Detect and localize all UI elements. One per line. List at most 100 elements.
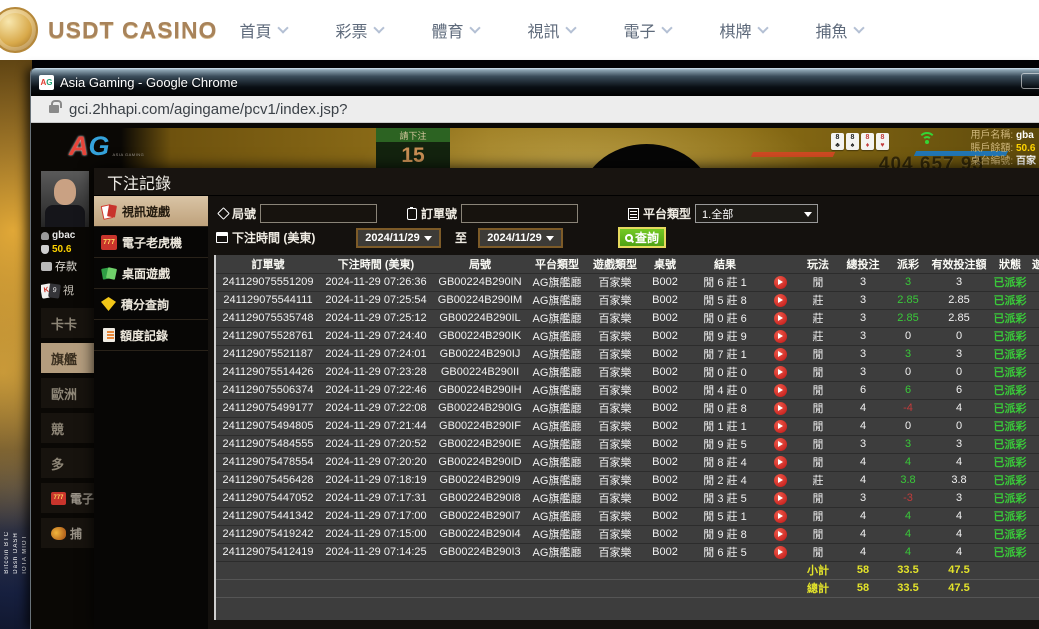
nav-item-捕魚[interactable]: 捕魚 — [791, 0, 887, 60]
dealt-cards: 8♣8♠8♦8♥ — [831, 133, 889, 150]
sidebar-item-視訊遊戲[interactable]: 視訊遊戲 — [94, 196, 208, 227]
nav-item-視訊[interactable]: 視訊 — [503, 0, 599, 60]
ag-favicon-icon: AG — [39, 75, 54, 90]
lobby-item-卡卡[interactable]: 卡卡 — [41, 308, 94, 338]
sidebar-item-桌面遊戲[interactable]: 桌面遊戲 — [94, 258, 208, 289]
play-button[interactable] — [774, 528, 787, 541]
play-button[interactable] — [774, 402, 787, 415]
lobby-item-多[interactable]: 多 — [41, 448, 94, 478]
cell-play-type: 莊 — [796, 309, 840, 327]
site-logo[interactable]: USDT CASINO — [0, 0, 217, 60]
nav-item-體育[interactable]: 體育 — [407, 0, 503, 60]
nav-item-label: 體育 — [431, 18, 463, 42]
cell: B002 — [644, 345, 686, 363]
cell-payout: 3 — [886, 273, 930, 291]
cell-payout: 2.85 — [886, 291, 930, 309]
close-button[interactable] — [1021, 73, 1039, 89]
deposit-button[interactable]: 存款 — [55, 258, 77, 274]
nav-item-彩票[interactable]: 彩票 — [311, 0, 407, 60]
date-from-picker[interactable]: 2024/11/29 — [356, 228, 441, 248]
cell: B002 — [644, 543, 686, 561]
play-button[interactable] — [774, 312, 787, 325]
cell-bet: 3 — [840, 273, 886, 291]
cell — [988, 579, 1032, 597]
deposit-icon — [41, 262, 52, 271]
play-button[interactable] — [774, 294, 787, 307]
cell: 閒 5 莊 8 — [686, 291, 764, 309]
status-badge: 已派彩 — [988, 291, 1032, 309]
video-games-cards-icon — [41, 283, 61, 301]
cell: 241129075551209 — [216, 273, 320, 291]
cell — [644, 579, 686, 597]
play-button[interactable] — [774, 510, 787, 523]
search-button[interactable]: 查詢 — [618, 227, 666, 248]
play-button[interactable] — [774, 474, 787, 487]
cell — [216, 561, 320, 579]
cell: 2024-11-29 07:24:01 — [320, 345, 432, 363]
date-to-picker[interactable]: 2024/11/29 — [478, 228, 563, 248]
cell: 百家樂 — [586, 399, 644, 417]
table-row: 2411290754991772024-11-29 07:22:08GB0022… — [216, 399, 1039, 417]
status-badge: 已派彩 — [988, 381, 1032, 399]
cell-payout: 3.8 — [886, 471, 930, 489]
play-button[interactable] — [774, 366, 787, 379]
cell-play-type: 閒 — [796, 543, 840, 561]
nav-item-label: 捕魚 — [815, 18, 847, 42]
live-video-strip: AG ASIA GAMING 請下注 15 8♣8♠8♦8♥ 404 657 9… — [41, 128, 1039, 169]
tag-icon — [217, 207, 230, 220]
cell-valid: 0 — [930, 363, 988, 381]
jackpot-counter: 404 657 93 — [879, 154, 984, 169]
address-bar[interactable]: gci.2hhapi.com/agingame/pcv1/index.jsp? — [31, 96, 1039, 123]
cell-payout: 6 — [886, 381, 930, 399]
cell: GB00224B290I9 — [432, 471, 528, 489]
lobby-item-旗艦[interactable]: 旗艦 — [41, 343, 94, 373]
play-button[interactable] — [774, 348, 787, 361]
nav-item-label: 電子 — [623, 18, 655, 42]
play-button[interactable] — [774, 420, 787, 433]
lobby-item-fishing[interactable]: 捕 — [41, 518, 94, 548]
play-button[interactable] — [774, 438, 787, 451]
sidebar-item-電子老虎機[interactable]: 電子老虎機 — [94, 227, 208, 258]
status-badge: 已派彩 — [988, 345, 1032, 363]
nav-item-首頁[interactable]: 首頁 — [215, 0, 311, 60]
sidebar-item-積分查詢[interactable]: 積分查詢 — [94, 289, 208, 320]
cell-payout: -4 — [886, 399, 930, 417]
countdown-value: 15 — [376, 142, 450, 169]
play-button[interactable] — [774, 384, 787, 397]
points-icon — [101, 297, 116, 311]
lobby-item-歐洲[interactable]: 歐洲 — [41, 378, 94, 408]
lobby-item-競[interactable]: 競 — [41, 413, 94, 443]
cell-valid: 0 — [930, 327, 988, 345]
column-header: 桌號 — [644, 255, 686, 273]
site-logo-text: USDT CASINO — [48, 17, 217, 44]
cell-extra — [1032, 399, 1039, 417]
cell: 47.5 — [930, 579, 988, 597]
play-button[interactable] — [774, 276, 787, 289]
sidebar-item-額度記錄[interactable]: 額度記錄 — [94, 320, 208, 351]
cell: 百家樂 — [586, 453, 644, 471]
cell: AG旗艦廳 — [528, 435, 586, 453]
cell: 58 — [840, 579, 886, 597]
cell-payout: 0 — [886, 417, 930, 435]
cell: 33.5 — [886, 579, 930, 597]
cell: 百家樂 — [586, 507, 644, 525]
table-row: 2411290754845552024-11-29 07:20:52GB0022… — [216, 435, 1039, 453]
cell-valid: 4 — [930, 399, 988, 417]
play-button[interactable] — [774, 492, 787, 505]
cell-payout: 3 — [886, 345, 930, 363]
order-input[interactable] — [461, 204, 578, 223]
play-button[interactable] — [774, 456, 787, 469]
cell: B002 — [644, 435, 686, 453]
play-button[interactable] — [774, 330, 787, 343]
chevron-down-icon — [853, 22, 864, 33]
main-nav: 首頁彩票體育 視訊電子 棋牌捕魚 — [215, 0, 887, 60]
table-row: 2411290755441112024-11-29 07:25:54GB0022… — [216, 291, 1039, 309]
lobby-item-slots[interactable]: 777 電子 — [41, 483, 94, 513]
cell: 241129075478554 — [216, 453, 320, 471]
nav-item-電子[interactable]: 電子 — [599, 0, 695, 60]
round-input[interactable] — [260, 204, 377, 223]
platform-select[interactable]: 1.全部 — [695, 204, 818, 223]
cell: 47.5 — [930, 561, 988, 579]
play-button[interactable] — [774, 546, 787, 559]
nav-item-棋牌[interactable]: 棋牌 — [695, 0, 791, 60]
